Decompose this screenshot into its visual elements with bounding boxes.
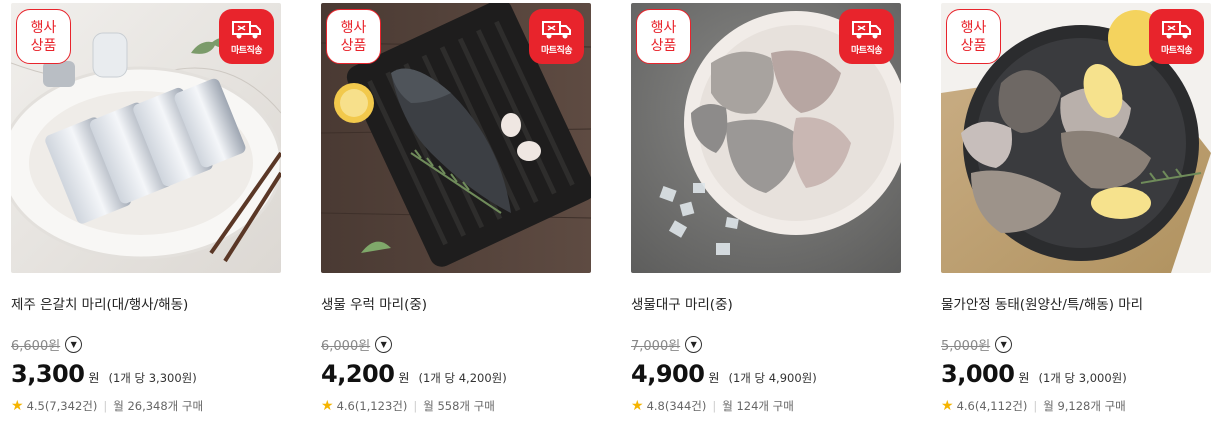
unit-price: (1개 당 4,200원) (418, 371, 507, 385)
product-card[interactable]: 행사 상품 마트직송 물가안정 동태(원양산/특/해동) 마리 5,000원 ▼… (941, 3, 1211, 414)
original-price: 7,000원 (631, 338, 681, 354)
event-product-badge: 행사 상품 (636, 9, 691, 64)
price-detail-toggle[interactable]: ▼ (685, 335, 703, 353)
sale-price: 3,000 (941, 360, 1015, 388)
event-badge-line1: 행사 (340, 19, 367, 36)
sale-price: 4,900 (631, 360, 705, 388)
star-icon: ★ (631, 398, 644, 414)
divider: | (103, 399, 108, 413)
divider: | (413, 399, 418, 413)
product-image[interactable]: 행사 상품 마트직송 (941, 3, 1211, 273)
product-name[interactable]: 물가안정 동태(원양산/특/해동) 마리 (941, 293, 1211, 313)
mart-delivery-badge: 마트직송 (529, 9, 584, 64)
rating-summary: 4.5(7,342건) (26, 399, 98, 413)
event-product-badge: 행사 상품 (16, 9, 71, 64)
product-name[interactable]: 제주 은갈치 마리(대/행사/해동) (11, 293, 281, 313)
event-product-badge: 행사 상품 (946, 9, 1001, 64)
currency-label: 원 (708, 371, 720, 385)
truck-icon (231, 20, 261, 38)
monthly-sales: 월 558개 구매 (423, 399, 495, 413)
event-product-badge: 행사 상품 (326, 9, 381, 64)
price-detail-toggle[interactable]: ▼ (65, 335, 83, 353)
star-icon: ★ (321, 398, 334, 414)
product-image[interactable]: 행사 상품 마트직송 (631, 3, 901, 273)
event-badge-line2: 상품 (960, 37, 987, 54)
divider: | (1033, 399, 1038, 413)
chevron-down-icon: ▼ (1000, 339, 1007, 349)
currency-label: 원 (88, 371, 100, 385)
product-name[interactable]: 생물대구 마리(중) (631, 293, 901, 313)
event-badge-line2: 상품 (340, 37, 367, 54)
product-grid: 행사 상품 마트직송 제주 은갈치 마리(대/행사/해동) 6,600원 ▼ 3… (0, 0, 1220, 429)
event-badge-line2: 상품 (650, 37, 677, 54)
mart-delivery-badge: 마트직송 (1149, 9, 1204, 64)
rating-summary: 4.6(1,123건) (336, 399, 408, 413)
sale-price: 3,300 (11, 360, 85, 388)
original-price: 5,000원 (941, 338, 991, 354)
rating-summary: 4.8(344건) (646, 399, 707, 413)
sale-price: 4,200 (321, 360, 395, 388)
truck-icon (541, 20, 571, 38)
product-card[interactable]: 행사 상품 마트직송 생물 우럭 마리(중) 6,000원 ▼ 4,200 원 (321, 3, 591, 414)
product-name[interactable]: 생물 우럭 마리(중) (321, 293, 591, 313)
product-image[interactable]: 행사 상품 마트직송 (321, 3, 591, 273)
truck-icon (851, 20, 881, 38)
product-card[interactable]: 행사 상품 마트직송 제주 은갈치 마리(대/행사/해동) 6,600원 ▼ 3… (11, 3, 281, 414)
monthly-sales: 월 9,128개 구매 (1043, 399, 1126, 413)
mart-delivery-label: 마트직송 (1160, 45, 1193, 56)
price-detail-toggle[interactable]: ▼ (375, 335, 393, 353)
rating-summary: 4.6(4,112건) (956, 399, 1028, 413)
star-icon: ★ (11, 398, 24, 414)
unit-price: (1개 당 3,000원) (1038, 371, 1127, 385)
monthly-sales: 월 124개 구매 (722, 399, 794, 413)
currency-label: 원 (398, 371, 410, 385)
divider: | (712, 399, 717, 413)
currency-label: 원 (1018, 371, 1030, 385)
event-badge-line1: 행사 (30, 19, 57, 36)
original-price: 6,000원 (321, 338, 371, 354)
chevron-down-icon: ▼ (690, 339, 697, 349)
mart-delivery-label: 마트직송 (230, 45, 263, 56)
event-badge-line1: 행사 (960, 19, 987, 36)
mart-delivery-badge: 마트직송 (219, 9, 274, 64)
chevron-down-icon: ▼ (380, 339, 387, 349)
truck-icon (1161, 20, 1191, 38)
event-badge-line2: 상품 (30, 37, 57, 54)
star-icon: ★ (941, 398, 954, 414)
event-badge-line1: 행사 (650, 19, 677, 36)
price-detail-toggle[interactable]: ▼ (995, 335, 1013, 353)
product-card[interactable]: 행사 상품 마트직송 생물대구 마리(중) 7,000원 ▼ 4,900 원 (… (631, 3, 901, 414)
monthly-sales: 월 26,348개 구매 (113, 399, 204, 413)
unit-price: (1개 당 4,900원) (728, 371, 817, 385)
product-image[interactable]: 행사 상품 마트직송 (11, 3, 281, 273)
mart-delivery-label: 마트직송 (540, 45, 573, 56)
chevron-down-icon: ▼ (70, 339, 77, 349)
mart-delivery-badge: 마트직송 (839, 9, 894, 64)
unit-price: (1개 당 3,300원) (108, 371, 197, 385)
original-price: 6,600원 (11, 338, 61, 354)
mart-delivery-label: 마트직송 (850, 45, 883, 56)
